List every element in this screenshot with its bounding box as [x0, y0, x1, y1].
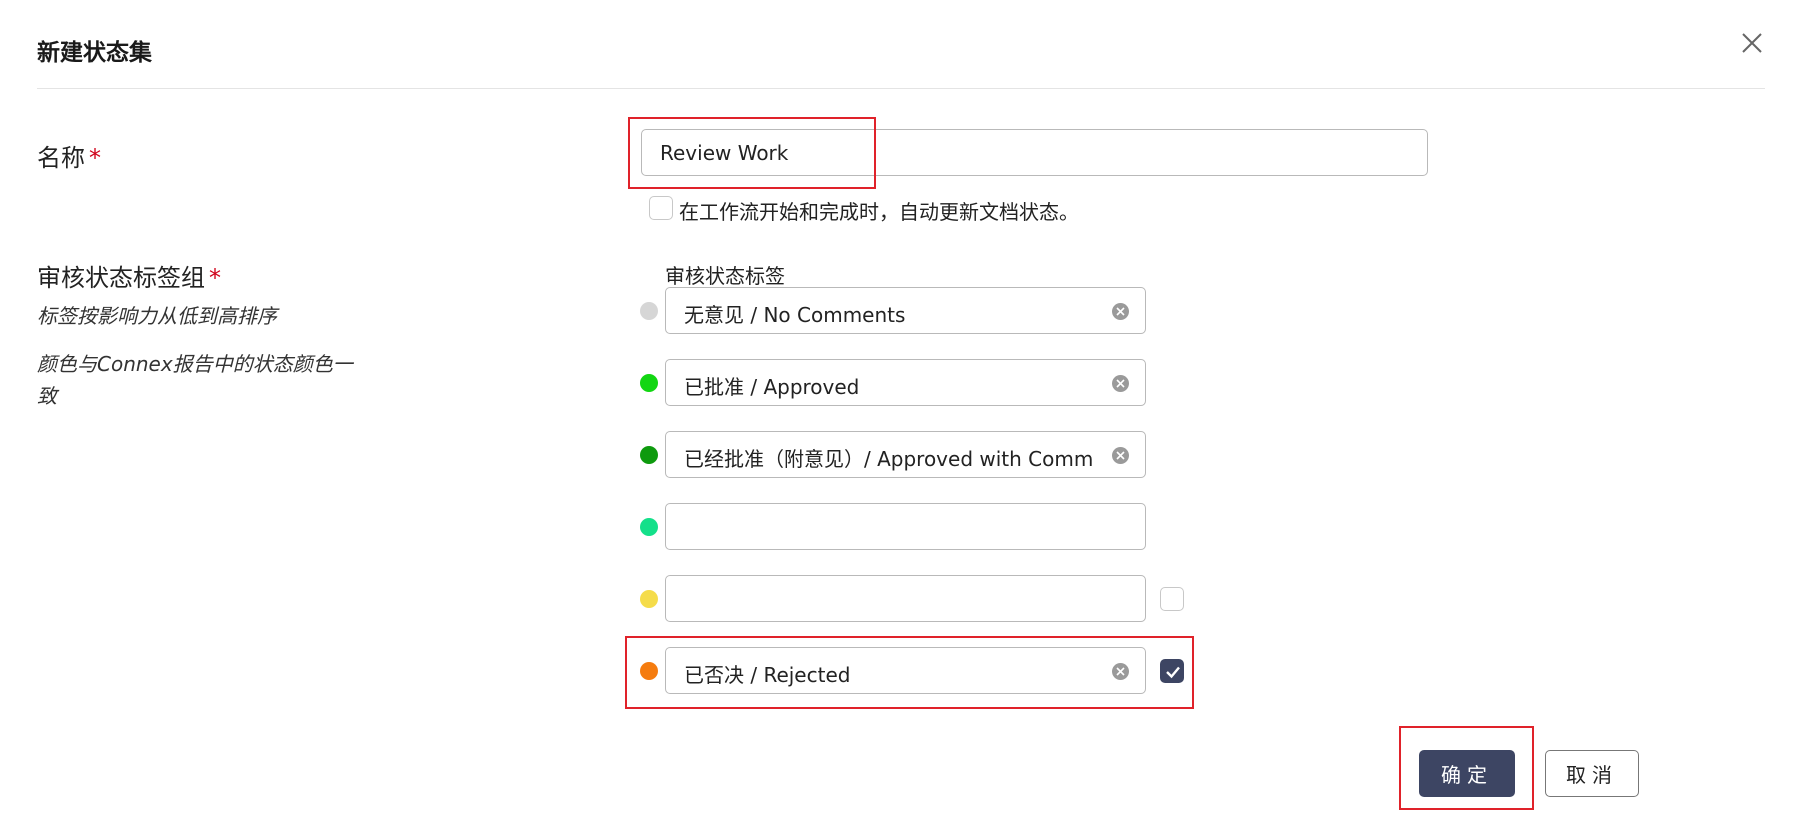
auto-update-checkbox[interactable]	[649, 196, 673, 220]
color-dot[interactable]	[640, 446, 658, 464]
tag-input[interactable]: 已批准 / Approved	[665, 359, 1146, 406]
name-label: 名称 *	[37, 138, 101, 173]
tag-row	[640, 503, 1150, 551]
tag-row: 无意见 / No Comments	[640, 287, 1150, 335]
check-icon	[1166, 666, 1180, 679]
tag-row: 已否决 / Rejected	[640, 647, 1150, 695]
tag-row	[640, 575, 1150, 623]
close-icon[interactable]	[1737, 28, 1767, 58]
color-dot[interactable]	[640, 590, 658, 608]
color-dot[interactable]	[640, 662, 658, 680]
header-divider	[37, 88, 1765, 89]
clear-icon[interactable]	[1112, 663, 1129, 680]
clear-icon[interactable]	[1112, 303, 1129, 320]
clear-icon[interactable]	[1112, 447, 1129, 464]
dialog-title: 新建状态集	[37, 40, 152, 66]
tag-row: 已批准 / Approved	[640, 359, 1150, 407]
tag-input[interactable]: 已经批准（附意见）/ Approved with Comments	[665, 431, 1146, 478]
tag-checkbox[interactable]	[1160, 587, 1184, 611]
tag-text: 已经批准（附意见）/ Approved with Comments	[684, 447, 1094, 471]
tag-group-label-text: 审核状态标签组	[37, 264, 205, 292]
clear-icon[interactable]	[1112, 375, 1129, 392]
color-dot[interactable]	[640, 302, 658, 320]
tag-input[interactable]	[665, 503, 1146, 550]
hint-color: 颜色与Connex报告中的状态颜色一致	[37, 352, 353, 408]
tag-input[interactable]	[665, 575, 1146, 622]
tag-group-label: 审核状态标签组 *	[37, 258, 221, 293]
tag-text: 已否决 / Rejected	[684, 663, 851, 687]
color-dot[interactable]	[640, 374, 658, 392]
required-mark: *	[89, 144, 101, 172]
tag-input[interactable]: 无意见 / No Comments	[665, 287, 1146, 334]
tag-column-header: 审核状态标签	[665, 264, 785, 288]
name-input[interactable]	[641, 129, 1428, 176]
tag-row: 已经批准（附意见）/ Approved with Comments	[640, 431, 1150, 479]
new-status-set-dialog: 新建状态集 名称* 在工作流开始和完成时，自动更新文档状态。 审核状态标签组* …	[0, 0, 1801, 827]
tag-checkbox-checked[interactable]	[1160, 659, 1184, 683]
tag-input[interactable]: 已否决 / Rejected	[665, 647, 1146, 694]
tag-text: 无意见 / No Comments	[684, 303, 906, 327]
tag-text: 已批准 / Approved	[684, 375, 860, 399]
cancel-button[interactable]: 取消	[1545, 750, 1639, 797]
confirm-button[interactable]: 确定	[1419, 750, 1515, 797]
color-dot[interactable]	[640, 518, 658, 536]
auto-update-label: 在工作流开始和完成时，自动更新文档状态。	[679, 200, 1079, 224]
hint-order: 标签按影响力从低到高排序	[37, 304, 277, 328]
name-label-text: 名称	[37, 144, 85, 172]
required-mark: *	[209, 264, 221, 292]
